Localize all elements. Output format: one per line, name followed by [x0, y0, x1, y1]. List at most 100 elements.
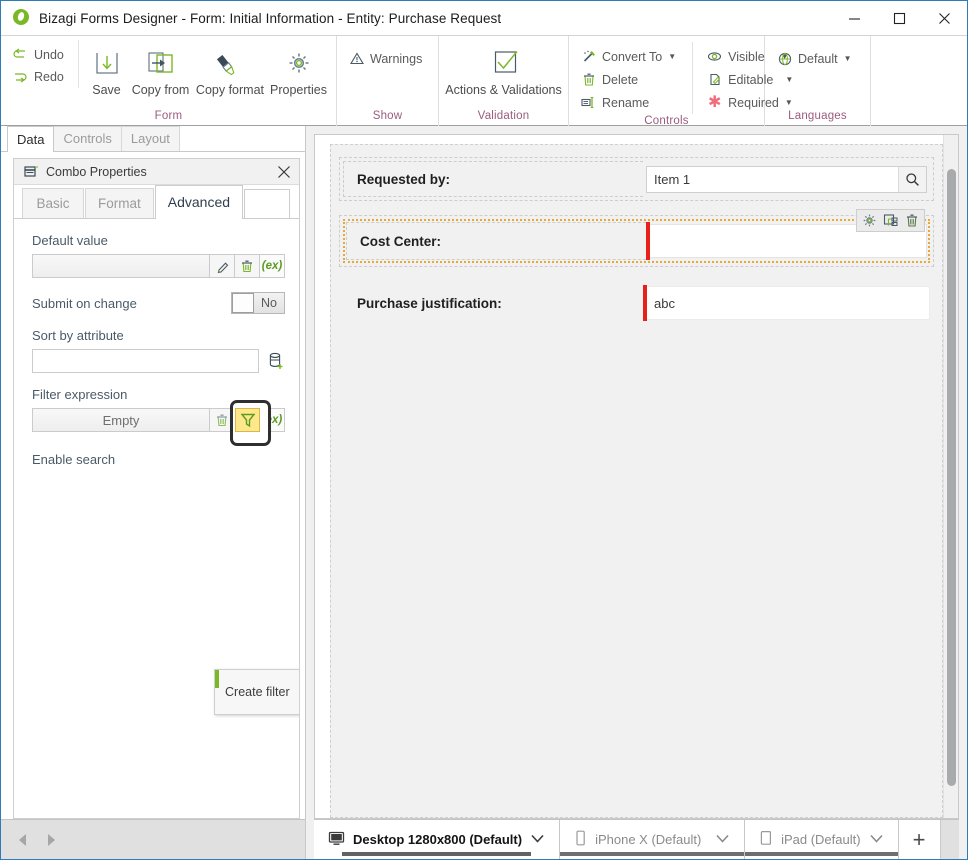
- requested-by-value[interactable]: Item 1: [647, 167, 898, 192]
- default-value-input[interactable]: [32, 254, 210, 278]
- add-attribute-icon[interactable]: [267, 351, 285, 371]
- window-title: Bizagi Forms Designer - Form: Initial In…: [39, 10, 502, 26]
- undo-label: Undo: [34, 47, 64, 62]
- left-panel: Data Controls Layout Combo Properties Ba…: [1, 126, 306, 859]
- form-row-requested-by[interactable]: Requested by: Item 1: [339, 157, 934, 201]
- subtab-advanced[interactable]: Advanced: [154, 185, 244, 219]
- filter-expression-label: Filter expression: [32, 387, 128, 402]
- warnings-button[interactable]: Warnings: [343, 47, 430, 70]
- maximize-icon[interactable]: [877, 1, 922, 35]
- chevron-down-icon[interactable]: [869, 832, 884, 847]
- properties-button[interactable]: Properties: [267, 40, 330, 100]
- trash-icon[interactable]: [235, 254, 260, 278]
- subtab-basic[interactable]: Basic: [22, 188, 84, 218]
- purchase-justification-input[interactable]: abc: [647, 286, 930, 320]
- close-icon[interactable]: [273, 161, 295, 183]
- canvas-wrapper: Requested by: Item 1 Cost Center: Purcha…: [306, 126, 967, 859]
- copy-from-label: Copy from: [131, 83, 190, 97]
- warnings-label: Warnings: [370, 51, 423, 66]
- properties-header: Combo Properties: [14, 159, 299, 185]
- rename-button[interactable]: Rename: [575, 91, 684, 114]
- delete-button[interactable]: Delete: [575, 68, 684, 91]
- requested-by-search-combo[interactable]: Item 1: [646, 165, 927, 193]
- form-row-cost-center[interactable]: Cost Center:: [339, 209, 934, 267]
- rename-label: Rename: [602, 95, 650, 110]
- copy-from-button[interactable]: Copy from: [128, 40, 193, 100]
- properties-label: Properties: [270, 83, 327, 97]
- trash-icon: [581, 72, 596, 87]
- gear-icon[interactable]: [861, 212, 878, 230]
- sort-by-attribute-label: Sort by attribute: [32, 328, 124, 343]
- chevron-down-icon: ▼: [668, 52, 677, 61]
- asterisk-icon: ✱: [707, 93, 722, 111]
- row-label: Purchase justification:: [343, 285, 643, 321]
- trash-icon[interactable]: [210, 408, 235, 432]
- inactive-indicator: [560, 852, 745, 856]
- canvas-vertical-scrollbar[interactable]: [943, 135, 958, 818]
- copy-format-label: Copy format: [195, 83, 265, 97]
- undo-icon: [13, 47, 28, 62]
- editable-pencil-icon: [707, 72, 722, 87]
- save-button[interactable]: Save: [85, 40, 128, 100]
- minimize-icon[interactable]: [832, 1, 877, 35]
- convert-to-icon: [581, 49, 596, 64]
- submit-on-change-row: Submit on change No: [32, 292, 285, 314]
- duplicate-icon[interactable]: [882, 212, 899, 230]
- row-tool-strip: [856, 209, 925, 232]
- properties-body: Default value (ex) Submit on change No S…: [14, 219, 299, 818]
- sort-by-attribute-input[interactable]: [32, 349, 259, 373]
- default-value-row: (ex): [32, 254, 285, 278]
- subtabs-tail: [244, 189, 291, 219]
- copy-format-icon: [213, 45, 247, 83]
- tab-layout[interactable]: Layout: [120, 126, 180, 151]
- toggle-knob: [232, 293, 254, 313]
- form-row-purchase-justification[interactable]: Purchase justification: abc: [339, 281, 934, 325]
- convert-to-button[interactable]: Convert To ▼: [575, 45, 684, 68]
- tab-controls[interactable]: Controls: [53, 126, 122, 151]
- device-tab-iphone-x[interactable]: iPhone X (Default): [560, 820, 746, 859]
- filter-expression-value[interactable]: Empty: [32, 408, 210, 432]
- row-label: Requested by:: [343, 161, 643, 197]
- tooltip-text: Create filter: [225, 685, 290, 699]
- chevron-down-icon[interactable]: [715, 832, 730, 847]
- subtab-format[interactable]: Format: [85, 188, 154, 218]
- tab-data[interactable]: Data: [7, 126, 55, 152]
- search-icon[interactable]: [898, 166, 926, 192]
- checkmark-box-icon: [487, 45, 521, 83]
- device-bar-filler: [940, 820, 959, 859]
- desktop-monitor-icon: [328, 831, 345, 849]
- combo-properties-icon: [24, 165, 39, 178]
- expression-icon[interactable]: (ex): [260, 254, 285, 278]
- active-indicator: [342, 852, 532, 856]
- close-icon[interactable]: [922, 1, 967, 35]
- chevron-down-icon: ▼: [843, 54, 852, 63]
- filter-funnel-icon[interactable]: [235, 408, 260, 432]
- default-language-button[interactable]: Default ▼: [771, 47, 860, 70]
- undo-button[interactable]: Undo: [7, 43, 72, 66]
- device-tab-ipad[interactable]: iPad (Default): [745, 820, 899, 859]
- device-tab-desktop[interactable]: Desktop 1280x800 (Default): [314, 820, 561, 859]
- arrow-left-icon[interactable]: [15, 831, 31, 849]
- submit-on-change-toggle[interactable]: No: [231, 292, 285, 314]
- chevron-down-icon[interactable]: [530, 832, 545, 847]
- device-tab-bar: Desktop 1280x800 (Default) iPhone X (Def…: [314, 819, 959, 859]
- ribbon-group-label-validation: Validation: [477, 110, 530, 122]
- expression-icon[interactable]: (ex): [260, 408, 285, 432]
- ribbon-group-validation: Actions & Validations Validation: [439, 36, 569, 126]
- gear-icon: [284, 45, 314, 83]
- add-device-button[interactable]: +: [898, 820, 941, 859]
- edit-pencil-icon[interactable]: [210, 254, 235, 278]
- scrollbar-thumb[interactable]: [947, 169, 956, 786]
- ribbon-group-languages: Default ▼ Languages: [765, 36, 871, 126]
- trash-icon[interactable]: [903, 212, 920, 230]
- device-tab-label: iPhone X (Default): [595, 832, 702, 847]
- ribbon-toolbar: Undo Redo Save Copy from Copy format Pro…: [1, 35, 967, 127]
- copy-from-icon: [144, 45, 178, 83]
- ribbon-group-label-form: Form: [154, 110, 183, 122]
- device-tab-label: iPad (Default): [781, 832, 861, 847]
- arrow-right-icon[interactable]: [43, 831, 59, 849]
- copy-format-button[interactable]: Copy format: [193, 40, 267, 100]
- actions-validations-button[interactable]: Actions & Validations: [443, 40, 565, 100]
- submit-on-change-value: No: [261, 296, 277, 310]
- redo-button[interactable]: Redo: [7, 66, 72, 88]
